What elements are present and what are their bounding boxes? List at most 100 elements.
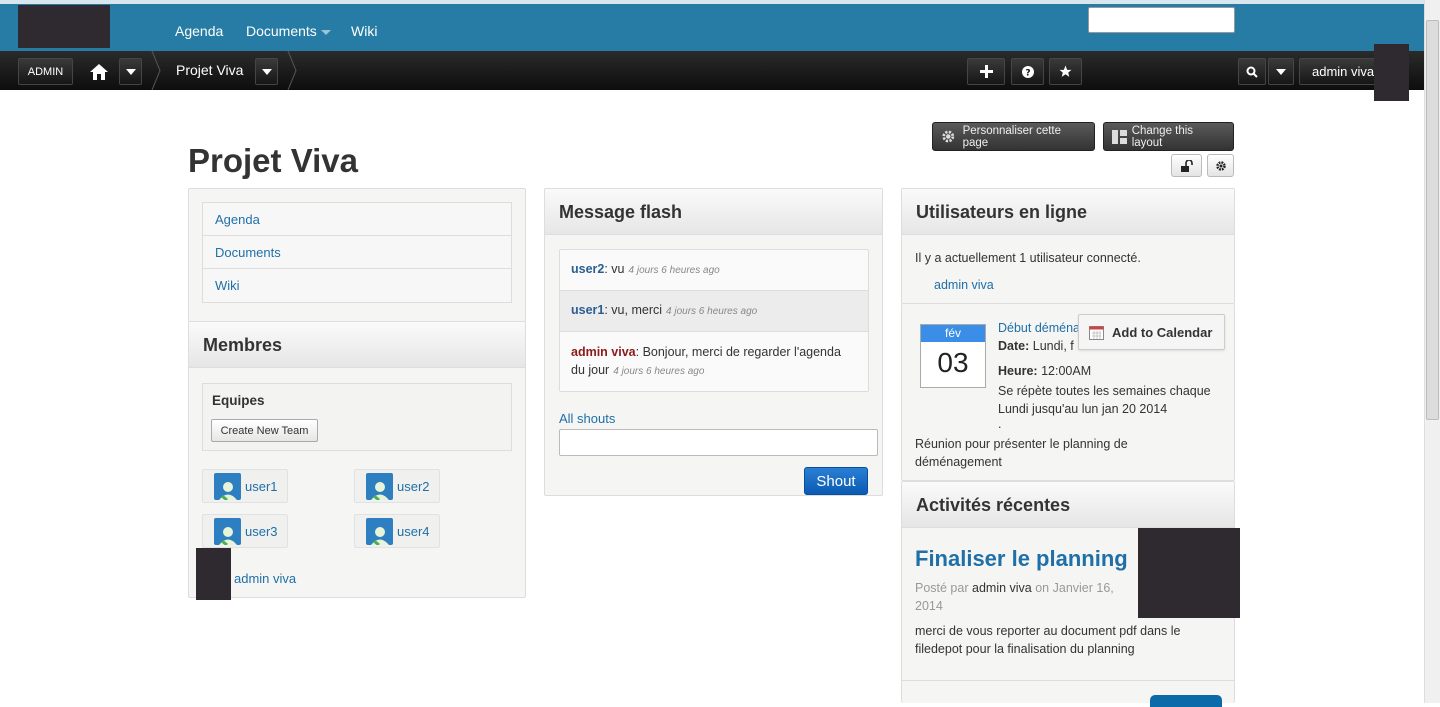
user-avatar-icon [214, 517, 241, 545]
add-to-calendar-label: Add to Calendar [1112, 324, 1213, 340]
online-user-link[interactable]: admin viva [934, 278, 994, 292]
member-user4[interactable]: user4 [354, 514, 440, 548]
shout-input[interactable] [559, 429, 878, 456]
activity-body: merci de vous reporter au document pdf d… [915, 624, 1181, 656]
event-time-label: Heure: [998, 364, 1038, 378]
user-avatar[interactable] [1374, 44, 1409, 101]
activity-headline-link[interactable]: Finaliser le planning [915, 546, 1128, 572]
caret-down-icon [320, 29, 331, 35]
event-panel: fév 03 Début déména Date: Lundi, f Heure… [901, 303, 1235, 481]
all-shouts-link[interactable]: All shouts [559, 411, 615, 426]
posted-by-label: Posté par [915, 581, 969, 595]
event-description: Réunion pour présenter le planning de dé… [915, 437, 1128, 469]
search-input[interactable] [1088, 7, 1235, 33]
change-layout-label: Change this layout [1131, 124, 1194, 149]
online-users-text: Il y a actuellement 1 utilisateur connec… [915, 251, 1141, 265]
event-month: fév [921, 325, 985, 342]
online-users-panel: Utilisateurs en ligne Il y a actuellemen… [901, 188, 1235, 304]
event-title-link[interactable]: Début déména [998, 321, 1080, 335]
topnav-wiki[interactable]: Wiki [351, 23, 377, 39]
shout-user[interactable]: user1 [571, 303, 604, 317]
unlock-button[interactable] [1171, 154, 1202, 177]
star-icon [1059, 65, 1072, 77]
online-users-title: Utilisateurs en ligne [902, 189, 1234, 235]
member-admin-viva[interactable]: admin viva [234, 571, 296, 586]
recent-activity-panel: Activités récentes Finaliser le planning… [901, 481, 1240, 707]
change-layout-button[interactable]: Change this layout [1103, 122, 1234, 151]
layout-icon [1112, 129, 1127, 144]
member-name[interactable]: user1 [245, 479, 278, 494]
shout-user[interactable]: user2 [571, 262, 604, 276]
project-nav-panel: Agenda Documents Wiki [188, 188, 526, 322]
project-nav-list: Agenda Documents Wiki [202, 202, 512, 303]
shout-item: user2: vu 4 jours 6 heures ago [560, 250, 868, 291]
message-flash-panel: Message flash user2: vu 4 jours 6 heures … [544, 188, 883, 496]
shout-user[interactable]: admin viva [571, 345, 636, 359]
home-dropdown-button[interactable] [119, 58, 142, 85]
user-avatar-icon [214, 472, 241, 500]
topnav-agenda[interactable]: Agenda [175, 23, 223, 39]
activity-meta: Posté par admin viva on Janvier 16, 2014 [915, 579, 1145, 615]
event-date-label: Date: [998, 339, 1030, 353]
activity-author-link[interactable]: admin viva [972, 581, 1032, 595]
scrollbar-thumb[interactable] [1426, 20, 1439, 420]
project-dropdown-button[interactable] [255, 58, 278, 85]
caret-down-icon [1276, 68, 1286, 75]
members-title: Membres [189, 322, 525, 368]
site-logo[interactable] [18, 5, 110, 48]
member-name[interactable]: user4 [397, 524, 430, 539]
event-repeat: Se répète toutes les semaines chaque Lun… [998, 384, 1211, 416]
nav-item-wiki[interactable]: Wiki [203, 269, 511, 302]
add-to-calendar-button[interactable]: Add to Calendar [1078, 314, 1225, 350]
nav-item-agenda[interactable]: Agenda [203, 203, 511, 236]
read-more-button[interactable] [1150, 695, 1222, 707]
customize-page-button[interactable]: Personnaliser cette page [932, 122, 1095, 151]
shout-time: 4 jours 6 heures ago [613, 366, 705, 377]
admin-button[interactable]: ADMIN [18, 58, 73, 85]
event-time: Heure: 12:00AM [998, 364, 1091, 378]
activity-divider [902, 680, 1234, 681]
breadcrumb-project[interactable]: Projet Viva [176, 62, 243, 78]
search-dropdown-button[interactable] [1268, 58, 1294, 85]
search-icon [1246, 66, 1258, 78]
event-dot: . [998, 417, 1002, 431]
breadcrumb-separator [151, 51, 161, 90]
caret-down-icon [125, 68, 136, 75]
member-name[interactable]: user3 [245, 524, 278, 539]
topnav-documents-label: Documents [246, 23, 317, 39]
breadcrumb-separator [287, 51, 297, 90]
settings-button[interactable] [1207, 154, 1234, 177]
shout-item: admin viva: Bonjour, merci de regarder l… [560, 332, 868, 393]
create-team-button[interactable]: Create New Team [211, 419, 318, 442]
teams-box: Equipes Create New Team [202, 383, 512, 451]
member-name[interactable]: user2 [397, 479, 430, 494]
nav-item-documents[interactable]: Documents [203, 236, 511, 269]
gear-icon [1215, 160, 1226, 171]
shout-text: : vu [604, 262, 625, 276]
plus-icon [979, 65, 993, 78]
unlock-icon [1180, 159, 1193, 172]
caret-down-icon [261, 68, 272, 75]
shout-button[interactable]: Shout [804, 467, 868, 495]
teams-label: Equipes [212, 393, 265, 408]
member-user3[interactable]: user3 [202, 514, 288, 548]
event-date: Date: Lundi, f [998, 339, 1074, 353]
activity-image[interactable] [1138, 528, 1240, 618]
topnav-documents[interactable]: Documents [246, 23, 331, 39]
user-avatar-icon [366, 472, 393, 500]
event-date-badge: fév 03 [920, 324, 986, 388]
event-time-value: 12:00AM [1041, 364, 1092, 378]
message-flash-title: Message flash [545, 189, 882, 235]
admin-avatar[interactable] [196, 548, 231, 600]
page-title: Projet Viva [188, 142, 358, 179]
admin-toolbar: ADMIN Projet Viva ? [0, 51, 1424, 90]
shout-item: user1: vu, merci 4 jours 6 heures ago [560, 291, 868, 332]
event-date-value: Lundi, f [1032, 339, 1074, 353]
favorites-button[interactable] [1049, 58, 1082, 85]
home-button[interactable] [86, 58, 112, 85]
search-button[interactable] [1238, 58, 1266, 85]
member-user2[interactable]: user2 [354, 469, 440, 503]
help-button[interactable]: ? [1011, 58, 1044, 85]
member-user1[interactable]: user1 [202, 469, 288, 503]
add-button[interactable] [967, 58, 1005, 85]
